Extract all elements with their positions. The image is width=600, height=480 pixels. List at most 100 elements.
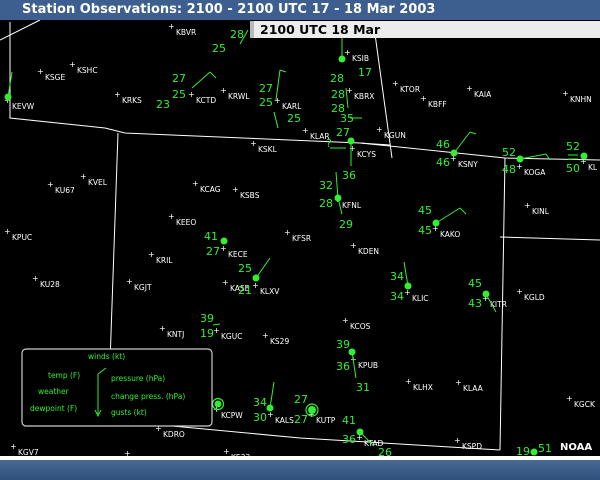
station-kvel[interactable]: +KVEL — [80, 172, 108, 187]
station-kril[interactable]: +KRIL — [148, 250, 173, 265]
obs-temp: 41 — [342, 414, 356, 427]
obs-dew: 25 — [259, 96, 273, 109]
station-kguc[interactable]: +KGUC — [213, 326, 242, 341]
obs-kbvr[interactable]: 28 25 — [212, 28, 249, 55]
obs-dew: 23 — [156, 98, 170, 111]
station-marker-icon: + — [159, 324, 166, 333]
station-kfsr[interactable]: +KFSR — [284, 228, 311, 243]
legend-winds: winds (kt) — [88, 352, 125, 361]
station-ktor[interactable]: +KTOR — [392, 79, 420, 94]
station-id-label: KCOS — [350, 322, 371, 331]
station-kcag[interactable]: +KCAG — [192, 179, 221, 194]
station-klxv[interactable]: +KLXV — [252, 281, 280, 296]
station-id-label: KAKO — [440, 230, 460, 239]
station-kspd[interactable]: +KSPD — [454, 436, 482, 451]
obs-temp: 25 — [238, 262, 252, 275]
station-dot — [308, 406, 316, 414]
station-id-label: KSIB — [352, 54, 369, 63]
obs-dew: 28 — [319, 197, 333, 210]
station-ksge[interactable]: +KSGE — [37, 67, 65, 82]
station-kgv7[interactable]: +KGV7 — [10, 442, 39, 457]
station-id-label: KCTD — [196, 96, 216, 105]
obs-dew: 51 — [538, 442, 552, 455]
station-karl[interactable]: +KARL — [274, 96, 302, 111]
obs-temp: 27 — [294, 393, 308, 406]
obs-dew: 19 — [200, 327, 214, 340]
obs-kctd[interactable]: 27 23 25 — [156, 71, 217, 111]
station-kgld[interactable]: +KGLD — [516, 287, 545, 302]
station-kskl[interactable]: +KSKL — [250, 139, 278, 154]
obs-dew: 45 — [418, 224, 432, 237]
station-marker-icon: + — [405, 377, 412, 386]
station-dot — [214, 400, 222, 408]
obs-kl[interactable]: 52 50 — [566, 140, 588, 175]
obs-temp: 34 — [253, 396, 267, 409]
station-ku28[interactable]: +KU28 — [32, 274, 60, 289]
station-marker-icon: + — [114, 90, 121, 99]
station-id-label: KITR — [490, 300, 507, 309]
legend-temp: temp (F) — [48, 371, 80, 380]
station-klic[interactable]: +KLIC — [404, 288, 429, 303]
station-klaa[interactable]: +KLAA — [455, 378, 484, 393]
obs-kevw[interactable] — [4, 71, 13, 101]
obs-kece[interactable]: 41 27 — [204, 230, 228, 258]
station-kbvr[interactable]: +KBVR — [168, 22, 196, 37]
station-ks29[interactable]: +KS29 — [262, 331, 289, 346]
station-kshc[interactable]: +KSHC — [69, 60, 98, 75]
station-kgun[interactable]: +KGUN — [376, 125, 406, 140]
obs-kcys[interactable]: 35 36 — [340, 112, 362, 182]
station-kgjt[interactable]: +KGJT — [126, 277, 152, 292]
station-marker-icon: + — [344, 48, 351, 57]
station-knhn[interactable]: +KNHN — [562, 89, 592, 104]
obs-temp: 28 — [330, 72, 344, 85]
station-krwl[interactable]: +KRWL — [220, 86, 250, 101]
station-ksbs[interactable]: +KSBS — [232, 185, 260, 200]
station-kals[interactable]: +KALS — [267, 410, 294, 425]
legend-dewpoint: dewpoint (F) — [30, 404, 77, 413]
station-id-label: KLAA — [463, 384, 484, 393]
station-kcos[interactable]: +KCOS — [342, 316, 371, 331]
obs-temp: 27 — [259, 82, 273, 95]
obs-klar[interactable]: 27 ? — [326, 126, 350, 150]
station-id-label: KBVR — [176, 28, 196, 37]
station-keeo[interactable]: +KEEO — [168, 212, 196, 227]
station-kinl[interactable]: +KINL — [524, 201, 550, 216]
obs-ktad[interactable]: 41 36 26 — [342, 414, 392, 459]
station-id-label: KRKS — [122, 96, 142, 105]
obs-dew: 36 — [342, 169, 356, 182]
station-map: +KBVR+KSIB+KSGE+KSHC+KCTD+KRWL+KRKS +KARL… — [0, 19, 600, 464]
station-id-label: KINL — [532, 207, 550, 216]
station-id-label: KSGE — [45, 73, 65, 82]
station-marker-icon: + — [524, 201, 531, 210]
station-marker-icon: + — [262, 331, 269, 340]
station-klhx[interactable]: +KLHX — [405, 377, 433, 392]
station-ku67[interactable]: +KU67 — [47, 180, 75, 195]
station-id-label: KECE — [228, 250, 248, 259]
station-koga[interactable]: +KOGA — [516, 162, 546, 177]
station-kece[interactable]: +KECE — [220, 244, 248, 259]
station-kgck[interactable]: +KGCK — [566, 394, 596, 409]
station-id-label: KSPD — [462, 442, 482, 451]
station-id-label: KCAG — [200, 185, 221, 194]
station-kcys[interactable]: +KCYS — [349, 144, 376, 159]
station-kctd[interactable]: +KCTD — [188, 90, 216, 105]
obs-dew: 34 — [390, 290, 404, 303]
obs-temp: 27 — [336, 126, 350, 139]
station-ksib[interactable]: +KSIB — [344, 48, 369, 63]
obs-temp: 41 — [204, 230, 218, 243]
obs-kutp[interactable]: 27 27 — [294, 393, 319, 426]
station-kden[interactable]: +KDEN — [350, 241, 379, 256]
station-id-label: KLXV — [260, 287, 280, 296]
station-kaia[interactable]: +KAIA — [466, 84, 492, 99]
station-kl[interactable]: +KL — [580, 157, 598, 172]
legend-gusts: gusts (kt) — [111, 408, 147, 417]
state-border-ks-north — [499, 236, 600, 241]
station-kbff[interactable]: +KBFF — [420, 94, 447, 109]
station-kpuc[interactable]: +KPUC — [4, 227, 32, 242]
obs-temp: 32 — [319, 179, 333, 192]
station-krks[interactable]: +KRKS — [114, 90, 142, 105]
station-kbrx[interactable]: +KBRX — [346, 86, 374, 101]
station-marker-icon: + — [376, 125, 383, 134]
station-kntj[interactable]: +KNTJ — [159, 324, 184, 339]
station-marker-icon: + — [250, 139, 257, 148]
